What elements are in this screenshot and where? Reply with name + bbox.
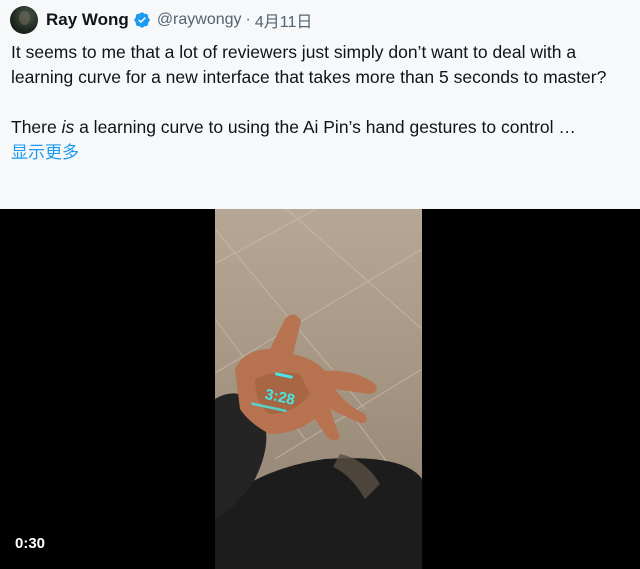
avatar[interactable] <box>10 6 38 34</box>
verified-badge-icon[interactable] <box>133 11 151 29</box>
author-handle[interactable]: @raywongy <box>157 11 242 29</box>
tweet-paragraph-1: It seems to me that a lot of reviewers j… <box>11 42 607 87</box>
tweet-paragraph-2-end: a learning curve to using the Ai Pin’s h… <box>74 117 576 137</box>
tweet-header: Ray Wong @raywongy · 4月11日 <box>10 6 312 34</box>
tweet-emphasis: is <box>61 117 75 137</box>
show-more-link[interactable]: 显示更多 <box>11 140 631 165</box>
video-scene: 3:28 <box>215 209 422 569</box>
video-player[interactable]: 3:28 0:30 <box>0 209 640 569</box>
tweet-paragraph-2-start: There <box>11 117 62 137</box>
video-frame[interactable]: 3:28 <box>215 209 422 569</box>
separator-dot: · <box>245 11 251 28</box>
tweet-paragraph-2: There is a learning curve to using the A… <box>11 115 631 140</box>
tweet-date[interactable]: 4月11日 <box>255 8 313 32</box>
tweet-text: It seems to me that a lot of reviewers j… <box>11 40 631 165</box>
author-name[interactable]: Ray Wong <box>46 10 129 30</box>
video-duration: 0:30 <box>15 535 46 552</box>
